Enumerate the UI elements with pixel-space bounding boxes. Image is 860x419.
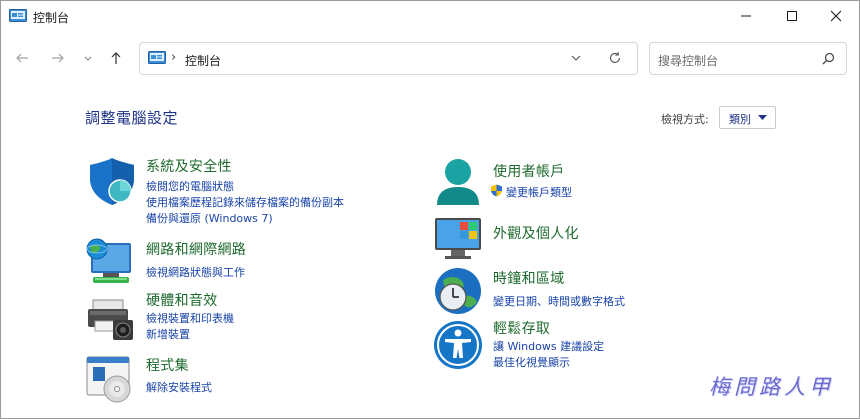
- control-panel-window: 控制台 › 控制台 搜尋控制台 調整電腦設定 檢視方式: 類別 系統及安全性 檢…: [0, 0, 860, 419]
- monitor-palette-icon[interactable]: [433, 212, 483, 262]
- link-backup-restore[interactable]: 備份與還原 (Windows 7): [146, 210, 273, 226]
- arrow-right-icon: [52, 53, 64, 63]
- minimize-icon: [741, 15, 751, 17]
- link-review-status[interactable]: 檢閱您的電腦狀態: [146, 178, 234, 194]
- view-by-select[interactable]: 類別: [719, 106, 776, 129]
- printer-speaker-icon[interactable]: [85, 294, 135, 344]
- link-change-account-type[interactable]: 變更帳戶類型: [506, 184, 572, 200]
- maximize-icon: [787, 11, 797, 21]
- search-icon[interactable]: [822, 52, 835, 65]
- link-network-status[interactable]: 檢視網路狀態與工作: [146, 264, 245, 280]
- view-by-label: 檢視方式:: [661, 113, 709, 126]
- link-change-date-time-format[interactable]: 變更日期、時間或數字格式: [493, 293, 625, 309]
- shield-icon[interactable]: [87, 157, 137, 207]
- window-title: 控制台: [33, 11, 70, 25]
- up-button[interactable]: [105, 47, 127, 69]
- uac-shield-icon: [491, 184, 502, 197]
- link-add-device[interactable]: 新增裝置: [146, 326, 190, 342]
- accessibility-icon[interactable]: [433, 320, 483, 370]
- maximize-button[interactable]: [769, 1, 815, 31]
- recent-locations-button[interactable]: [77, 47, 99, 69]
- search-box[interactable]: 搜尋控制台: [649, 42, 847, 75]
- category-title-ease-of-access[interactable]: 輕鬆存取: [493, 318, 550, 338]
- network-globe-icon[interactable]: [85, 237, 135, 287]
- link-let-windows-suggest[interactable]: 讓 Windows 建議設定: [493, 338, 604, 354]
- programs-disc-icon[interactable]: [85, 353, 135, 403]
- back-button[interactable]: [11, 47, 33, 69]
- category-title-hardware-sound[interactable]: 硬體和音效: [146, 290, 218, 310]
- watermark: 梅問路人甲: [709, 375, 834, 399]
- user-icon[interactable]: [433, 157, 483, 207]
- category-title-programs[interactable]: 程式集: [146, 355, 189, 375]
- view-by-value: 類別: [729, 113, 751, 126]
- refresh-icon[interactable]: [608, 51, 622, 65]
- control-panel-icon: [9, 9, 27, 22]
- link-optimize-display[interactable]: 最佳化視覺顯示: [493, 354, 570, 370]
- clock-globe-icon[interactable]: [433, 266, 483, 316]
- close-button[interactable]: [813, 1, 859, 31]
- caret-down-icon: [758, 115, 767, 120]
- forward-button[interactable]: [47, 47, 69, 69]
- link-file-history[interactable]: 使用檔案歷程記錄來儲存檔案的備份副本: [146, 194, 344, 210]
- chevron-down-icon: [84, 56, 92, 61]
- address-bar[interactable]: › 控制台: [139, 42, 638, 75]
- category-title-user-accounts[interactable]: 使用者帳戶: [493, 161, 565, 181]
- category-title-network-internet[interactable]: 網路和網際網路: [146, 239, 246, 259]
- navigation-bar: › 控制台 搜尋控制台: [1, 33, 859, 83]
- category-title-clock-region[interactable]: 時鐘和區域: [493, 268, 565, 288]
- title-bar: 控制台: [1, 1, 859, 33]
- close-icon: [830, 10, 842, 22]
- breadcrumb-chevron-icon[interactable]: ›: [171, 50, 176, 65]
- address-dropdown-icon[interactable]: [570, 52, 582, 64]
- search-input[interactable]: 搜尋控制台: [658, 52, 718, 69]
- category-title-appearance[interactable]: 外觀及個人化: [493, 223, 579, 243]
- category-title-system-security[interactable]: 系統及安全性: [146, 156, 232, 176]
- arrow-left-icon: [16, 53, 28, 63]
- breadcrumb-control-panel[interactable]: 控制台: [185, 52, 221, 69]
- link-devices-printers[interactable]: 檢視裝置和印表機: [146, 310, 234, 326]
- minimize-button[interactable]: [723, 1, 769, 31]
- page-title: 調整電腦設定: [85, 109, 179, 127]
- arrow-up-icon: [111, 52, 121, 64]
- link-uninstall-program[interactable]: 解除安裝程式: [146, 379, 212, 395]
- control-panel-icon: [148, 51, 166, 64]
